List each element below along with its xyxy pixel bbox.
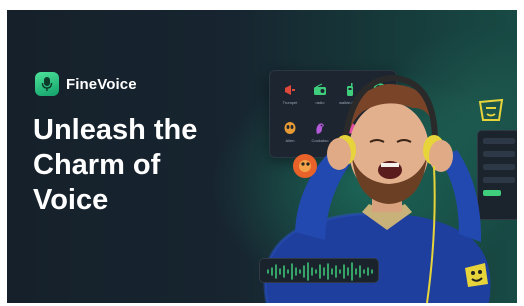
yellow-face-sticker-icon [477,96,505,129]
microphone-icon [35,72,59,96]
brand-name: FineVoice [66,75,137,93]
headline-line-2: Charm of [33,149,161,181]
headline-line-1: Unleash the [33,114,198,146]
brand: FineVoice [35,72,137,96]
headline-line-3: Voice [33,184,109,216]
headline: Unleash the Charm of Voice [33,113,233,218]
audio-waveform [259,258,379,283]
orange-flower-sticker-icon [291,152,319,185]
promo-banner: FineVoice Unleash the Charm of Voice Tru… [7,10,517,303]
yellow-smile-sticker-icon [461,260,491,295]
